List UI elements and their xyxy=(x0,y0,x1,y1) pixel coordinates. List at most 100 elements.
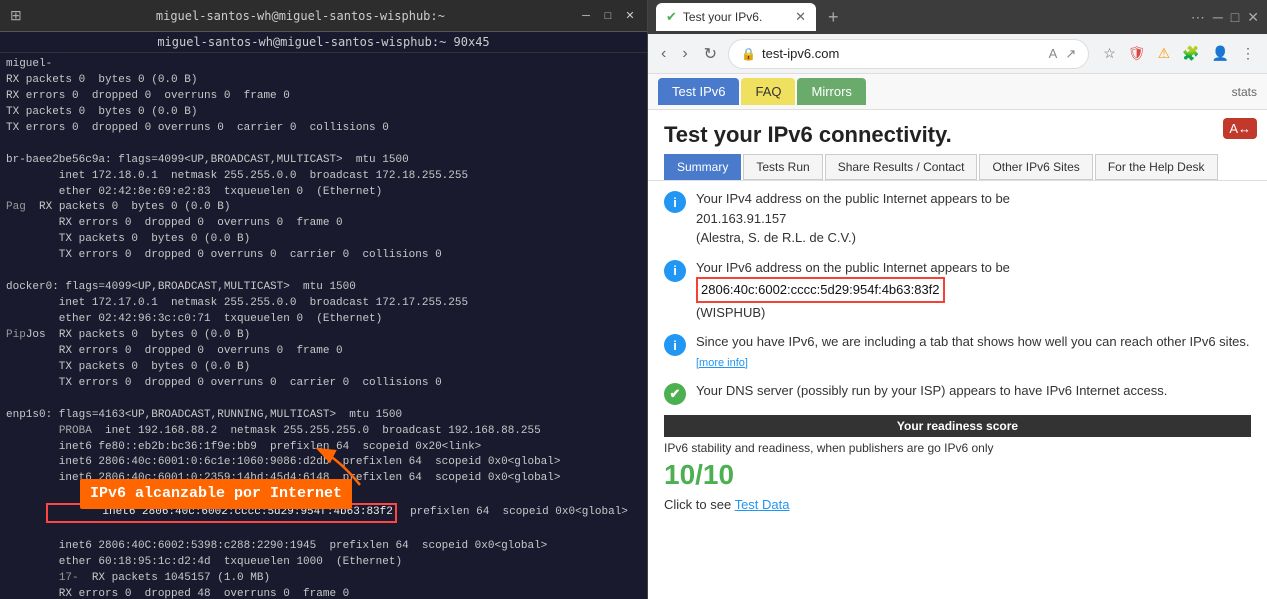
back-button[interactable]: ‹ xyxy=(656,41,671,67)
menu-icon[interactable]: ⋮ xyxy=(1237,41,1259,66)
ipv6-label: IPv6 alcanzable por Internet xyxy=(80,479,352,509)
term-line: PROBA inet 192.168.88.2 netmask 255.255.… xyxy=(6,424,641,440)
term-line xyxy=(6,392,641,408)
result-text-ipv4: Your IPv4 address on the public Internet… xyxy=(696,189,1251,248)
titlebar-maximize-button[interactable]: □ xyxy=(1231,9,1239,25)
term-line: enp1s0: flags=4163<UP,BROADCAST,RUNNING,… xyxy=(6,408,641,424)
result-item-dns: ✔ Your DNS server (possibly run by your … xyxy=(664,381,1251,405)
term-line: ether 02:42:96:3c:c0:71 txqueuelen 0 (Et… xyxy=(6,312,641,328)
nav-tab-test-ipv6[interactable]: Test IPv6 xyxy=(658,78,739,105)
minimize-button[interactable]: ─ xyxy=(579,9,593,23)
readiness-bar: Your readiness score xyxy=(664,415,1251,437)
maximize-button[interactable]: □ xyxy=(601,9,615,23)
browser-content: Test IPv6 FAQ Mirrors stats A↔ Test your… xyxy=(648,74,1267,599)
result-item-ipv4: i Your IPv4 address on the public Intern… xyxy=(664,189,1251,248)
tab-other-ipv6[interactable]: Other IPv6 Sites xyxy=(979,154,1092,180)
term-line xyxy=(6,137,641,153)
test-data-section: Click to see Test Data xyxy=(664,497,1251,512)
term-line: TX errors 0 dropped 0 overruns 0 carrier… xyxy=(6,121,641,137)
term-line: ether 02:42:8e:69:e2:83 txqueuelen 0 (Et… xyxy=(6,185,641,201)
info-icon-1: i xyxy=(664,191,686,213)
site-nav: Test IPv6 FAQ Mirrors stats xyxy=(648,74,1267,110)
new-tab-button[interactable]: + xyxy=(822,7,845,28)
result-text-info: Since you have IPv6, we are including a … xyxy=(696,332,1251,371)
nav-tab-mirrors[interactable]: Mirrors xyxy=(797,78,865,105)
term-line: Pag RX packets 0 bytes 0 (0.0 B) xyxy=(6,200,641,216)
term-line: RX errors 0 dropped 0 overruns 0 frame 0 xyxy=(6,344,641,360)
result-tabs: Summary Tests Run Share Results / Contac… xyxy=(648,154,1267,181)
more-info-link[interactable]: [more info] xyxy=(696,357,748,369)
terminal-titlebar: ⊞ miguel-santos-wh@miguel-santos-wisphub… xyxy=(0,0,647,32)
page-title: Test your IPv6 connectivity. xyxy=(648,110,1267,154)
term-line: inet6 2806:40c:6001:0:6c1e:1060:9086:d2d… xyxy=(6,455,641,471)
tab-share-results[interactable]: Share Results / Contact xyxy=(825,154,978,180)
browser-toolbar: ‹ › ↻ 🔒 test-ipv6.com A ↗ ☆ 🛡 ⚠ 🧩 👤 ⋮ xyxy=(648,34,1267,74)
term-line: RX packets 0 bytes 0 (0.0 B) xyxy=(6,73,641,89)
address-bar[interactable]: 🔒 test-ipv6.com A ↗ xyxy=(728,39,1089,69)
tab-help-desk[interactable]: For the Help Desk xyxy=(1095,154,1218,180)
toolbar-icons: ☆ 🛡 ⚠ 🧩 👤 ⋮ xyxy=(1099,41,1259,66)
grid-icon[interactable]: ⊞ xyxy=(10,7,22,24)
lock-icon: 🔒 xyxy=(741,47,756,61)
terminal-window: ⊞ miguel-santos-wh@miguel-santos-wisphub… xyxy=(0,0,648,599)
titlebar-minimize-button[interactable]: ─ xyxy=(1213,9,1223,25)
terminal-title: miguel-santos-wh@miguel-santos-wisphub:~ xyxy=(22,9,579,23)
tab-summary[interactable]: Summary xyxy=(664,154,741,180)
result-text-dns: Your DNS server (possibly run by your IS… xyxy=(696,381,1251,401)
tab-favicon: ✔ xyxy=(666,9,677,25)
term-line: RX errors 0 dropped 0 overruns 0 frame 0 xyxy=(6,216,641,232)
titlebar-close-button[interactable]: ✕ xyxy=(1247,9,1259,26)
ipv6-address-highlight: 2806:40c:6002:cccc:5d29:954f:4b63:83f2 xyxy=(696,277,945,303)
term-line: ether 60:18:95:1c:d2:4d txqueuelen 1000 … xyxy=(6,555,641,571)
site-content: A↔ Test your IPv6 connectivity. Summary … xyxy=(648,110,1267,520)
term-line: RX errors 0 dropped 0 overruns 0 frame 0 xyxy=(6,89,641,105)
result-text-ipv6: Your IPv6 address on the public Internet… xyxy=(696,258,1251,323)
terminal-subtitle: miguel-santos-wh@miguel-santos-wisphub:~… xyxy=(0,32,647,53)
reload-button[interactable]: ↻ xyxy=(699,40,722,68)
result-item-info: i Since you have IPv6, we are including … xyxy=(664,332,1251,371)
terminal-controls: ─ □ ✕ xyxy=(579,9,637,23)
tab-title: Test your IPv6. xyxy=(683,10,762,24)
translate-toolbar-icon[interactable]: A xyxy=(1049,46,1058,61)
term-line: miguel- xyxy=(6,57,641,73)
term-line: TX errors 0 dropped 0 overruns 0 carrier… xyxy=(6,248,641,264)
readiness-desc: IPv6 stability and readiness, when publi… xyxy=(664,441,1251,455)
titlebar-menu-button[interactable]: ⋯ xyxy=(1191,9,1205,26)
readiness-score: 10/10 xyxy=(664,459,1251,491)
bookmark-icon[interactable]: ☆ xyxy=(1099,41,1120,66)
forward-button[interactable]: › xyxy=(677,41,692,67)
warning-icon[interactable]: ⚠ xyxy=(1154,41,1175,66)
info-icon-3: i xyxy=(664,334,686,356)
check-icon: ✔ xyxy=(664,383,686,405)
results-area: i Your IPv4 address on the public Intern… xyxy=(648,181,1267,520)
browser-titlebar: ✔ Test your IPv6. ✕ + ⋯ ─ □ ✕ xyxy=(648,0,1267,34)
terminal-body: miguel- RX packets 0 bytes 0 (0.0 B) RX … xyxy=(0,53,647,599)
result-item-ipv6: i Your IPv6 address on the public Intern… xyxy=(664,258,1251,323)
term-line xyxy=(6,264,641,280)
term-line: inet 172.18.0.1 netmask 255.255.0.0 broa… xyxy=(6,169,641,185)
term-line: docker0: flags=4099<UP,BROADCAST,MULTICA… xyxy=(6,280,641,296)
url-text: test-ipv6.com xyxy=(762,46,1043,61)
term-line: TX errors 0 dropped 0 overruns 0 carrier… xyxy=(6,376,641,392)
stats-link[interactable]: stats xyxy=(1232,85,1257,99)
term-line: inet 172.17.0.1 netmask 255.255.0.0 broa… xyxy=(6,296,641,312)
titlebar-right-controls: ⋯ ─ □ ✕ xyxy=(1191,9,1259,26)
tab-tests-run[interactable]: Tests Run xyxy=(743,154,822,180)
test-data-link[interactable]: Test Data xyxy=(735,497,790,512)
shield-icon[interactable]: 🛡 xyxy=(1124,41,1150,66)
info-icon-2: i xyxy=(664,260,686,282)
term-line: br-baee2be56c9a: flags=4099<UP,BROADCAST… xyxy=(6,153,641,169)
extension-icon[interactable]: 🧩 xyxy=(1178,41,1203,66)
term-line: TX packets 0 bytes 0 (0.0 B) xyxy=(6,105,641,121)
share-icon[interactable]: ↗ xyxy=(1065,46,1076,62)
term-line: TX packets 0 bytes 0 (0.0 B) xyxy=(6,232,641,248)
term-line: inet6 fe80::eb2b:bc36:1f9e:bb9 prefixlen… xyxy=(6,440,641,456)
tab-close-button[interactable]: ✕ xyxy=(795,9,806,25)
term-line: 17- RX packets 1045157 (1.0 MB) xyxy=(6,571,641,587)
close-button[interactable]: ✕ xyxy=(623,9,637,23)
profile-icon[interactable]: 👤 xyxy=(1208,41,1233,66)
browser-window: ✔ Test your IPv6. ✕ + ⋯ ─ □ ✕ ‹ › ↻ 🔒 te… xyxy=(648,0,1267,599)
browser-tab[interactable]: ✔ Test your IPv6. ✕ xyxy=(656,3,816,31)
nav-tab-faq[interactable]: FAQ xyxy=(741,78,795,105)
translate-float-icon[interactable]: A↔ xyxy=(1223,118,1257,139)
